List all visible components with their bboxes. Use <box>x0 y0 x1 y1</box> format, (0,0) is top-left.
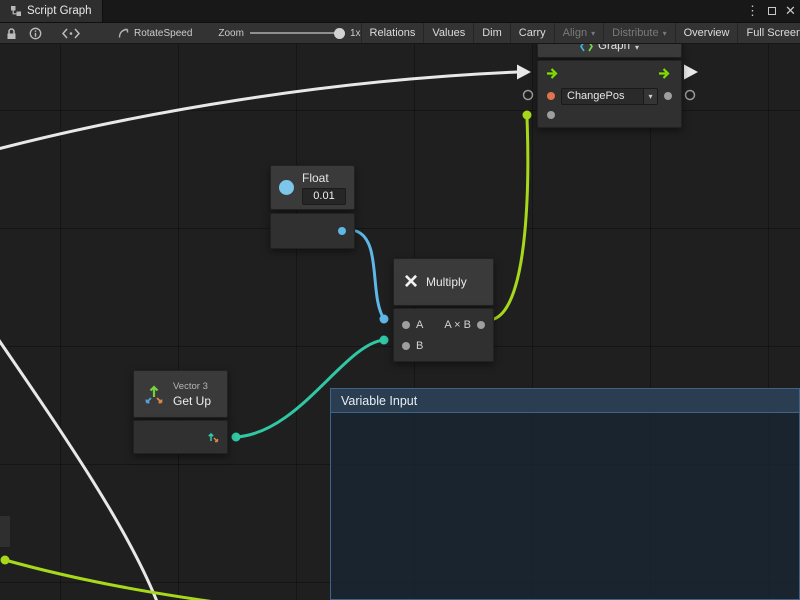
group-variable-input[interactable]: Variable Input <box>330 388 800 600</box>
multiply-row-b: B <box>394 335 493 356</box>
zoom-control: Zoom 1x <box>218 27 360 39</box>
input-a-port[interactable] <box>402 321 410 329</box>
tab-script-graph[interactable]: Script Graph <box>0 0 103 22</box>
multiply-row-a: A A × B <box>394 314 493 335</box>
code-icon <box>62 28 80 39</box>
group-title: Variable Input <box>341 394 417 408</box>
zoom-slider[interactable] <box>250 27 344 39</box>
float-value: 0.01 <box>313 190 334 202</box>
input-b-label: B <box>416 340 423 352</box>
vector3-result-icon[interactable] <box>206 430 220 444</box>
flow-out-arrow-icon[interactable] <box>658 67 673 80</box>
get-up-title: Get Up <box>173 394 211 408</box>
output-label: A × B <box>444 319 471 331</box>
float-title: Float <box>302 171 346 185</box>
script-graph-window: Variable Input Graph ▾ <box>0 0 800 600</box>
chevron-down-icon: ▾ <box>591 29 595 38</box>
overview-button[interactable]: Overview <box>675 23 738 43</box>
set-variable-body: ChangePos ▾ <box>537 60 682 128</box>
script-graph-icon <box>10 5 22 17</box>
float-node[interactable]: Float 0.01 <box>270 165 355 249</box>
value-input-port[interactable] <box>547 111 555 119</box>
values-button[interactable]: Values <box>423 23 473 43</box>
multiply-title: Multiply <box>426 275 467 289</box>
zoom-label: Zoom <box>218 28 244 39</box>
flow-port-row <box>538 61 681 85</box>
info-button[interactable] <box>23 23 48 43</box>
float-type-icon <box>279 180 294 195</box>
chevron-down-icon: ▾ <box>663 29 667 38</box>
get-up-header[interactable]: Vector 3 Get Up <box>133 370 228 418</box>
restore-window-icon[interactable] <box>762 0 781 22</box>
input-a-label: A <box>416 319 423 331</box>
close-window-icon[interactable]: ✕ <box>781 0 800 22</box>
variable-output-port[interactable] <box>664 92 672 100</box>
multiply-ports: A A × B B <box>393 308 494 362</box>
tab-title: Script Graph <box>27 5 92 17</box>
graph-asset-icon <box>118 28 129 39</box>
graph-asset-breadcrumb[interactable]: RotateSpeed <box>118 28 192 39</box>
multiply-icon: × <box>404 270 418 294</box>
variable-name-dropdown[interactable]: ChangePos ▾ <box>561 88 658 105</box>
zoom-value: 1x <box>350 28 361 39</box>
align-button[interactable]: Align ▾ <box>554 23 603 43</box>
relations-button[interactable]: Relations <box>361 23 424 43</box>
dim-button[interactable]: Dim <box>473 23 510 43</box>
zoom-handle[interactable] <box>334 28 345 39</box>
window-controls: ⋮ ✕ <box>743 0 800 22</box>
variable-name-row: ChangePos ▾ <box>538 85 681 107</box>
full-screen-button[interactable]: Full Screen <box>737 23 800 43</box>
tab-bar: Script Graph ⋮ ✕ <box>0 0 800 22</box>
flow-in-arrow-icon[interactable] <box>546 67 561 80</box>
kebab-menu-icon[interactable]: ⋮ <box>743 0 762 22</box>
get-up-ports <box>133 420 228 454</box>
transform-up-icon <box>142 382 166 406</box>
get-up-type-label: Vector 3 <box>173 381 211 392</box>
chevron-down-icon: ▾ <box>643 89 657 104</box>
lock-icon <box>6 27 17 40</box>
multiply-node[interactable]: × Multiply A A × B B <box>393 258 494 362</box>
graph-asset-name: RotateSpeed <box>134 28 192 39</box>
info-icon <box>29 27 42 40</box>
partial-node[interactable] <box>0 515 11 548</box>
float-output-port[interactable] <box>338 227 346 235</box>
carry-button[interactable]: Carry <box>510 23 554 43</box>
float-header[interactable]: Float 0.01 <box>270 165 355 210</box>
group-header[interactable]: Variable Input <box>331 389 799 413</box>
lock-button[interactable] <box>0 23 23 43</box>
value-port-row <box>538 107 681 127</box>
float-ports <box>270 213 355 249</box>
input-b-port[interactable] <box>402 342 410 350</box>
variable-name-value: ChangePos <box>562 90 643 102</box>
chevron-down-icon: ▾ <box>635 43 639 52</box>
variable-name-port[interactable] <box>547 92 555 100</box>
multiply-header[interactable]: × Multiply <box>393 258 494 306</box>
output-port[interactable] <box>477 321 485 329</box>
float-value-input[interactable]: 0.01 <box>302 188 346 205</box>
graph-toolbar: RotateSpeed Zoom 1x Relations Values Dim… <box>0 22 800 44</box>
zoom-track <box>250 32 344 34</box>
set-variable-node[interactable]: Graph ▾ ChangePos ▾ <box>537 30 682 128</box>
get-up-node[interactable]: Vector 3 Get Up <box>133 370 228 454</box>
distribute-button[interactable]: Distribute ▾ <box>603 23 674 43</box>
code-view-button[interactable] <box>48 23 94 43</box>
